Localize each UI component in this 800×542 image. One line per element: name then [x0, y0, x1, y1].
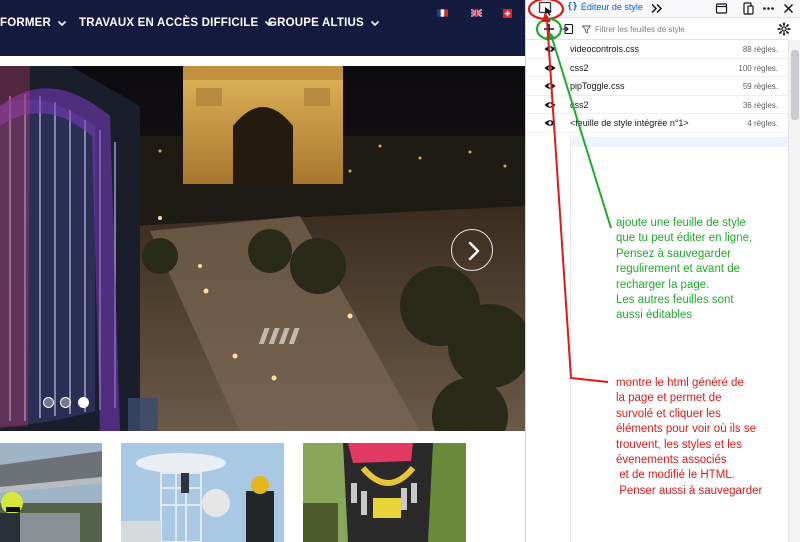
slider-next-button[interactable]: [451, 229, 493, 271]
nav-item-travaux[interactable]: TRAVAUX EN ACCÈS DIFFICILE: [79, 17, 274, 29]
tab-style-editor[interactable]: {} Éditeur de style: [567, 2, 643, 12]
element-picker-button[interactable]: [538, 1, 554, 16]
website-viewport: FORMER TRAVAUX EN ACCÈS DIFFICILE GROUPE…: [0, 0, 525, 542]
stylesheet-row[interactable]: pipToggle.css 59 règles.: [526, 77, 788, 96]
red-annotation-text: montre le html généré de la page et perm…: [616, 377, 763, 497]
eye-icon[interactable]: [544, 64, 556, 72]
climbing-harness-photo: [303, 443, 466, 542]
stylesheet-toolbar: [526, 19, 788, 40]
more-tabs-chevron-icon[interactable]: [650, 2, 663, 15]
stylesheet-rule-count: 59 règles.: [742, 82, 778, 91]
hero-slider: [0, 66, 525, 431]
uk-flag-icon[interactable]: [471, 9, 482, 17]
slider-dot[interactable]: [60, 397, 71, 408]
stylesheet-rule-count: 36 règles.: [742, 100, 778, 110]
stylesheet-row[interactable]: css2 36 règles.: [526, 96, 788, 114]
devtools-toolbar: {} Éditeur de style: [526, 0, 800, 18]
stylesheet-list-scrollbar[interactable]: [788, 40, 800, 542]
scrollbar-thumb[interactable]: [791, 50, 799, 120]
nav-item-label: TRAVAUX EN ACCÈS DIFFICILE: [79, 17, 259, 29]
stylesheet-row[interactable]: videocontrols.css 88 règles.: [526, 40, 788, 59]
element-picker-icon: [538, 1, 552, 16]
eye-icon[interactable]: [544, 82, 556, 90]
slider-dot[interactable]: [43, 397, 54, 408]
workers-on-tower-photo: [121, 443, 284, 542]
nav-item-former[interactable]: FORMER: [0, 17, 67, 29]
responsive-design-icon[interactable]: [715, 2, 728, 15]
editor-active-line: [571, 137, 799, 147]
french-flag-icon[interactable]: [437, 9, 448, 17]
style-editor-icon: {}: [567, 2, 578, 12]
chevron-down-icon: [370, 20, 379, 27]
thumbnail-card[interactable]: [121, 443, 284, 542]
chevron-right-icon: [468, 241, 480, 261]
stylesheet-rule-count: 88 règles.: [742, 45, 778, 54]
stylesheet-name: css2: [570, 99, 589, 110]
nav-item-label: GROUPE ALTIUS: [268, 17, 364, 29]
top-navigation: FORMER TRAVAUX EN ACCÈS DIFFICILE GROUPE…: [0, 0, 525, 56]
worker-on-roof-photo: [0, 443, 102, 542]
arc-de-triomphe-night-photo: [0, 66, 525, 431]
stylesheet-rule-count: 100 règles.: [738, 63, 778, 73]
stylesheet-name: videocontrols.css: [570, 44, 640, 54]
nav-item-groupe-altius[interactable]: GROUPE ALTIUS: [268, 17, 380, 29]
more-options-icon[interactable]: [762, 2, 775, 15]
slider-dot[interactable]: [78, 397, 89, 408]
chevron-down-icon: [57, 20, 67, 27]
add-stylesheet-icon[interactable]: [542, 22, 556, 36]
stylesheet-name: <feuille de style intégrée n°1>: [570, 118, 689, 128]
import-stylesheet-icon[interactable]: [562, 23, 574, 35]
stylesheet-name: pipToggle.css: [570, 81, 625, 91]
filter-icon: [582, 25, 591, 34]
green-annotation-text: ajoute une feuille de style que tu peut …: [616, 217, 753, 322]
thumbnail-card[interactable]: [0, 443, 102, 542]
stylesheet-list: videocontrols.css 88 règles. css2 100 règle…: [526, 40, 788, 133]
stylesheet-rule-count: 4 règles.: [747, 119, 778, 128]
nav-item-label: FORMER: [0, 17, 52, 29]
close-icon[interactable]: [782, 2, 795, 15]
stylesheet-filter: [582, 23, 762, 36]
gear-icon[interactable]: [777, 22, 791, 36]
dock-toggle-icon[interactable]: [742, 2, 755, 15]
stylesheet-row[interactable]: css2 100 règles.: [526, 59, 788, 77]
stylesheet-name: css2: [570, 62, 589, 73]
swiss-flag-icon[interactable]: [503, 9, 512, 18]
tab-label: Éditeur de style: [580, 2, 643, 12]
thumbnail-card[interactable]: [303, 443, 466, 542]
eye-icon[interactable]: [544, 119, 556, 127]
filter-input[interactable]: [595, 25, 755, 34]
eye-icon[interactable]: [544, 101, 556, 109]
stylesheet-row[interactable]: <feuille de style intégrée n°1> 4 règles.: [526, 114, 788, 133]
eye-icon[interactable]: [544, 45, 556, 53]
